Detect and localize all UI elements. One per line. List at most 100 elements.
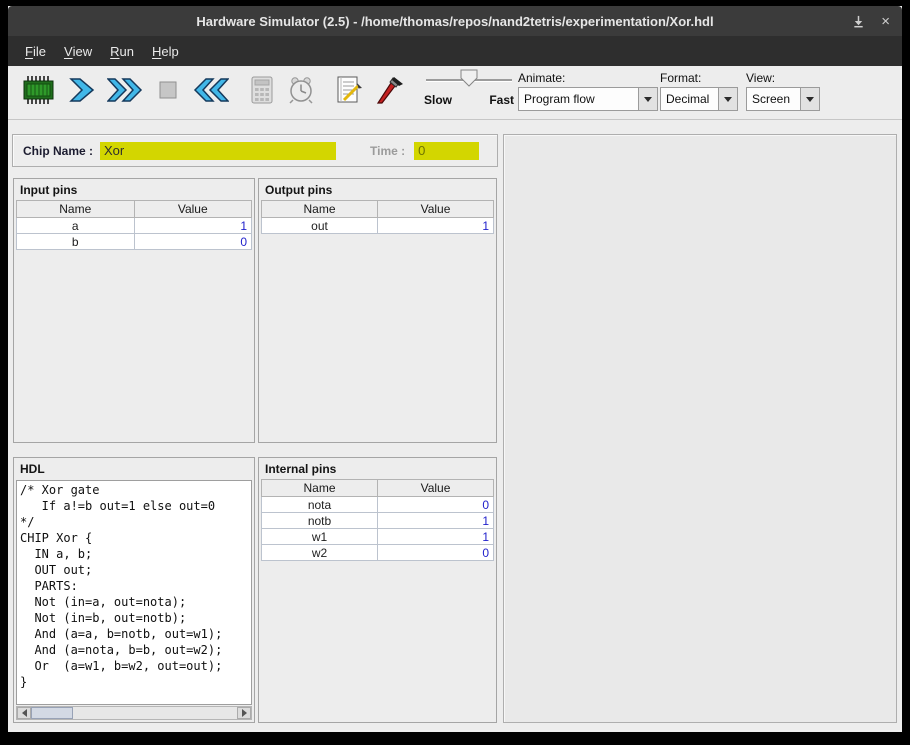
window-title: Hardware Simulator (2.5) - /home/thomas/… bbox=[196, 14, 713, 29]
calculator-button[interactable] bbox=[240, 71, 282, 113]
pin-row: out1 bbox=[262, 218, 494, 234]
chip-name-bar: Chip Name : Xor Time : 0 bbox=[12, 134, 498, 167]
output-pins-table: Name Value out1 bbox=[261, 200, 494, 234]
scroll-right-icon[interactable] bbox=[237, 707, 251, 719]
close-icon[interactable]: × bbox=[881, 14, 890, 29]
chevron-down-icon[interactable] bbox=[800, 88, 819, 110]
rewind-button[interactable] bbox=[190, 71, 232, 113]
format-value: Decimal bbox=[661, 88, 718, 110]
input-pins-table: Name Value a1b0 bbox=[16, 200, 252, 250]
hdl-panel: HDL /* Xor gate If a!=b out=1 else out=0… bbox=[13, 457, 255, 723]
internal-pins-table: Name Value nota0notb1w11w20 bbox=[261, 479, 494, 561]
load-chip-icon bbox=[21, 74, 57, 111]
menu-run[interactable]: Run bbox=[101, 36, 143, 66]
pin-value-cell: 0 bbox=[378, 545, 494, 561]
format-label: Format: bbox=[660, 71, 738, 85]
chevron-down-icon[interactable] bbox=[638, 88, 657, 110]
slider-thumb bbox=[461, 70, 477, 86]
value-column-header: Value bbox=[134, 201, 252, 218]
screen-view-panel bbox=[503, 134, 897, 723]
script-icon bbox=[331, 74, 365, 111]
stop-icon bbox=[151, 74, 185, 111]
hdl-horizontal-scrollbar[interactable] bbox=[16, 706, 252, 720]
pin-name-cell: nota bbox=[262, 497, 378, 513]
hardware-simulator-window: Hardware Simulator (2.5) - /home/thomas/… bbox=[8, 6, 902, 732]
chip-name-field[interactable]: Xor bbox=[100, 142, 336, 160]
pin-row: a1 bbox=[17, 218, 252, 234]
input-pins-panel: Input pins Name Value a1b0 bbox=[13, 178, 255, 443]
hdl-code: /* Xor gate If a!=b out=1 else out=0 */ … bbox=[17, 481, 251, 690]
internal-pins-panel: Internal pins Name Value nota0notb1w11w2… bbox=[258, 457, 497, 723]
pin-row: w11 bbox=[262, 529, 494, 545]
menu-view[interactable]: View bbox=[55, 36, 101, 66]
menu-file[interactable]: File bbox=[16, 36, 55, 66]
animate-label: Animate: bbox=[518, 71, 658, 85]
format-select[interactable]: Decimal bbox=[660, 87, 738, 111]
output-pins-panel: Output pins Name Value out1 bbox=[258, 178, 497, 443]
animate-select[interactable]: Program flow bbox=[518, 87, 658, 111]
table-header-row: Name Value bbox=[17, 201, 252, 218]
speed-slider[interactable]: Slow Fast bbox=[424, 68, 514, 107]
menu-help[interactable]: Help bbox=[143, 36, 188, 66]
chip-name-label: Chip Name : bbox=[23, 144, 93, 158]
clock-icon bbox=[284, 74, 318, 111]
pin-name-cell: b bbox=[17, 234, 135, 250]
view-value: Screen bbox=[747, 88, 800, 110]
slider-slow-label: Slow bbox=[424, 93, 452, 107]
table-header-row: Name Value bbox=[262, 480, 494, 497]
pin-name-cell: out bbox=[262, 218, 378, 234]
view-label: View: bbox=[746, 71, 820, 85]
load-chip-button[interactable] bbox=[18, 71, 60, 113]
hdl-title: HDL bbox=[14, 458, 254, 479]
menubar: File View Run Help bbox=[8, 36, 902, 66]
pin-value-cell: 1 bbox=[378, 529, 494, 545]
single-step-icon bbox=[66, 74, 100, 111]
internal-pins-title: Internal pins bbox=[259, 458, 496, 479]
animate-value: Program flow bbox=[519, 88, 638, 110]
slider-fast-label: Fast bbox=[489, 93, 514, 107]
titlebar: Hardware Simulator (2.5) - /home/thomas/… bbox=[8, 6, 902, 36]
pin-value-cell: 1 bbox=[378, 218, 494, 234]
time-label: Time : bbox=[370, 144, 405, 158]
value-column-header: Value bbox=[378, 201, 494, 218]
scrollbar-track[interactable] bbox=[31, 707, 237, 719]
time-field: 0 bbox=[414, 142, 479, 160]
window-controls: × bbox=[852, 6, 890, 36]
toolbar: Slow Fast Animate: Program flow Format: … bbox=[8, 66, 902, 120]
pin-row: b0 bbox=[17, 234, 252, 250]
pin-name-cell: w2 bbox=[262, 545, 378, 561]
pin-row: w20 bbox=[262, 545, 494, 561]
pin-name-cell: notb bbox=[262, 513, 378, 529]
run-button[interactable] bbox=[104, 71, 146, 113]
clock-button[interactable] bbox=[280, 71, 322, 113]
main-content: Chip Name : Xor Time : 0 Input pins Name… bbox=[8, 120, 902, 731]
view-select[interactable]: Screen bbox=[746, 87, 820, 111]
rewind-icon bbox=[193, 74, 229, 111]
input-pins-title: Input pins bbox=[14, 179, 254, 200]
name-column-header: Name bbox=[17, 201, 135, 218]
pin-value-cell: 1 bbox=[378, 513, 494, 529]
pin-row: nota0 bbox=[262, 497, 494, 513]
run-icon bbox=[107, 74, 143, 111]
scroll-left-icon[interactable] bbox=[17, 707, 31, 719]
pin-value-cell[interactable]: 0 bbox=[134, 234, 252, 250]
pin-name-cell: a bbox=[17, 218, 135, 234]
clear-icon bbox=[371, 74, 407, 111]
chevron-down-icon[interactable] bbox=[718, 88, 737, 110]
value-column-header: Value bbox=[378, 480, 494, 497]
hdl-code-area: /* Xor gate If a!=b out=1 else out=0 */ … bbox=[16, 480, 252, 705]
calculator-icon bbox=[244, 74, 278, 111]
pin-value-cell[interactable]: 1 bbox=[134, 218, 252, 234]
stop-button[interactable] bbox=[147, 71, 189, 113]
pin-value-cell: 0 bbox=[378, 497, 494, 513]
scrollbar-thumb[interactable] bbox=[31, 707, 73, 719]
single-step-button[interactable] bbox=[62, 71, 104, 113]
clear-button[interactable] bbox=[368, 71, 410, 113]
output-pins-title: Output pins bbox=[259, 179, 496, 200]
pin-name-cell: w1 bbox=[262, 529, 378, 545]
name-column-header: Name bbox=[262, 480, 378, 497]
name-column-header: Name bbox=[262, 201, 378, 218]
minimize-icon[interactable] bbox=[852, 15, 865, 28]
pin-row: notb1 bbox=[262, 513, 494, 529]
script-button[interactable] bbox=[327, 71, 369, 113]
